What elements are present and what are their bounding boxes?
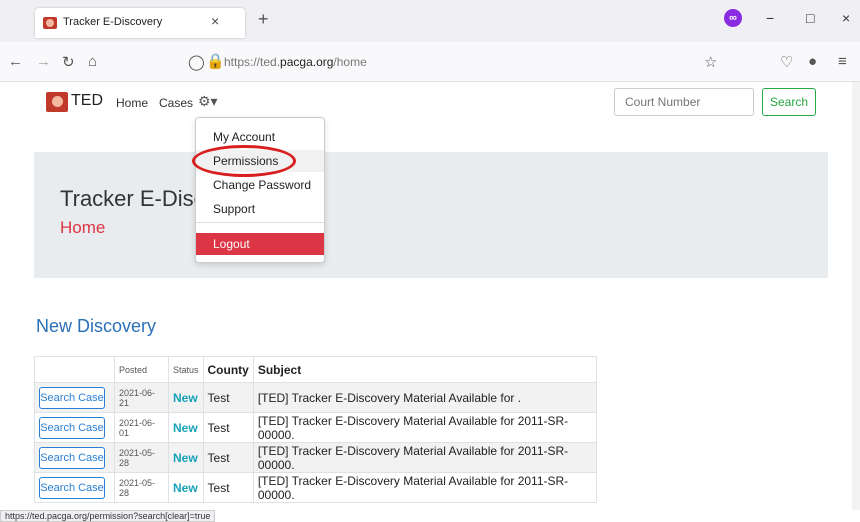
ted-logo[interactable] xyxy=(46,92,68,112)
gear-icon[interactable]: ⚙▾ xyxy=(198,93,218,110)
lock-icon[interactable]: 🔒 xyxy=(206,52,225,70)
page-subtitle: Home xyxy=(60,218,106,237)
site-brand[interactable]: TED xyxy=(71,92,103,110)
status-cell: New xyxy=(168,412,204,443)
table-row: Search Case 2021-05-28 New Test [TED] Tr… xyxy=(34,472,598,503)
discovery-table: Posted Status County Subject Search Case… xyxy=(34,356,598,503)
minimize-button[interactable]: − xyxy=(766,10,774,26)
tab-bar: Tracker E-Discovery × + ∞ − □ × xyxy=(0,0,860,42)
table-header-row: Posted Status County Subject xyxy=(34,356,598,383)
subject-cell: [TED] Tracker E-Discovery Material Avail… xyxy=(252,472,598,503)
browser-tab[interactable]: Tracker E-Discovery × xyxy=(35,8,245,38)
menu-icon[interactable]: ≡ xyxy=(838,53,847,70)
tab-title: Tracker E-Discovery xyxy=(63,16,163,28)
jumbotron: Tracker E-Discovery Home xyxy=(34,152,828,278)
dropdown-divider xyxy=(196,222,324,223)
search-case-button[interactable]: Search Case xyxy=(39,446,105,469)
dropdown-my-account[interactable]: My Account xyxy=(196,126,324,148)
shield-icon[interactable]: ◯ xyxy=(188,53,205,71)
header-action xyxy=(34,356,115,383)
dropdown-support[interactable]: Support xyxy=(196,198,324,220)
home-icon[interactable]: ⌂ xyxy=(88,53,97,70)
nav-home-link[interactable]: Home xyxy=(116,96,148,110)
page: TED Home Cases ⚙▾ Search Tracker E-Disco… xyxy=(0,82,860,510)
header-status: Status xyxy=(168,356,204,383)
url-bar[interactable]: ◯ 🔒 https://ted.pacga.org/home xyxy=(180,48,735,76)
search-case-button[interactable]: Search Case xyxy=(39,416,105,439)
forward-icon[interactable]: → xyxy=(36,53,51,70)
county-cell: Test xyxy=(202,472,254,503)
nav-cases-link[interactable]: Cases xyxy=(159,96,193,110)
status-cell: New xyxy=(168,382,204,413)
posted-cell: 2021-06-01 xyxy=(114,412,169,443)
posted-cell: 2021-05-28 xyxy=(114,472,169,503)
header-subject: Subject xyxy=(252,356,598,383)
star-icon[interactable]: ☆ xyxy=(704,53,717,71)
action-cell: Search Case xyxy=(34,442,115,473)
subject-cell: [TED] Tracker E-Discovery Material Avail… xyxy=(252,382,598,413)
status-bar-url: https://ted.pacga.org/permission?search[… xyxy=(0,510,216,522)
table-row: Search Case 2021-05-28 New Test [TED] Tr… xyxy=(34,442,598,473)
highlight-circle xyxy=(192,145,296,177)
dropdown-logout[interactable]: Logout xyxy=(196,233,324,255)
status-cell: New xyxy=(168,472,204,503)
close-window-button[interactable]: × xyxy=(842,10,850,26)
url-text[interactable]: https://ted.pacga.org/home xyxy=(224,55,367,69)
posted-cell: 2021-06-21 xyxy=(114,382,169,413)
search-case-button[interactable]: Search Case xyxy=(39,386,105,409)
county-cell: Test xyxy=(202,442,254,473)
status-cell: New xyxy=(168,442,204,473)
posted-cell: 2021-05-28 xyxy=(114,442,169,473)
header-posted: Posted xyxy=(114,356,169,383)
action-cell: Search Case xyxy=(34,382,115,413)
maximize-button[interactable]: □ xyxy=(806,10,814,26)
favicon-icon xyxy=(43,17,57,29)
reload-icon[interactable]: ↻ xyxy=(62,53,75,71)
subject-cell: [TED] Tracker E-Discovery Material Avail… xyxy=(252,442,598,473)
table-row: Search Case 2021-06-21 New Test [TED] Tr… xyxy=(34,382,598,413)
settings-dropdown: My Account Permissions Change Password S… xyxy=(195,117,325,263)
back-icon[interactable]: ← xyxy=(8,53,23,70)
subject-cell: [TED] Tracker E-Discovery Material Avail… xyxy=(252,412,598,443)
action-cell: Search Case xyxy=(34,472,115,503)
browser-navbar: ← → ↻ ⌂ ◯ 🔒 https://ted.pacga.org/home ☆… xyxy=(0,42,860,82)
new-tab-button[interactable]: + xyxy=(258,9,269,30)
pocket-icon[interactable]: ♡ xyxy=(780,53,793,71)
table-row: Search Case 2021-06-01 New Test [TED] Tr… xyxy=(34,412,598,443)
account-icon[interactable]: ● xyxy=(808,53,817,70)
section-title: New Discovery xyxy=(36,316,157,336)
action-cell: Search Case xyxy=(34,412,115,443)
close-tab-icon[interactable]: × xyxy=(211,13,219,29)
search-case-button[interactable]: Search Case xyxy=(39,476,105,499)
county-cell: Test xyxy=(202,382,254,413)
search-button[interactable]: Search xyxy=(762,88,816,116)
extension-icon[interactable]: ∞ xyxy=(724,9,742,27)
county-cell: Test xyxy=(202,412,254,443)
header-county: County xyxy=(202,356,254,383)
court-number-input[interactable] xyxy=(614,88,754,116)
dropdown-change-password[interactable]: Change Password xyxy=(196,174,324,196)
page-scrollbar[interactable] xyxy=(852,82,860,510)
